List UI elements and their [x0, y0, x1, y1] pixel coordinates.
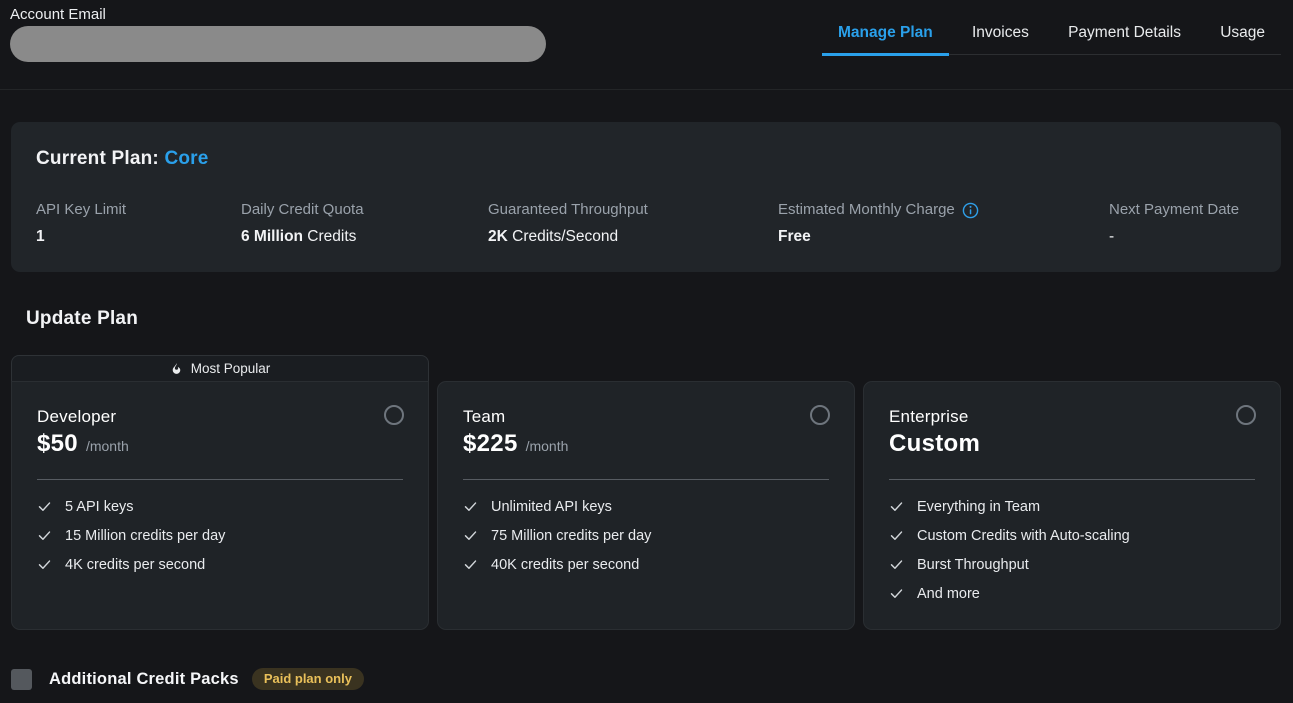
check-icon: [889, 557, 904, 572]
feature-item: And more: [889, 579, 1260, 608]
plan-card-developer: Most Popular Developer $50 /month 5 API …: [11, 355, 429, 630]
check-icon: [37, 557, 52, 572]
feature-item: 75 Million credits per day: [463, 521, 834, 550]
plan-price: $50: [37, 430, 78, 458]
stat-api-key-limit: API Key Limit 1: [36, 201, 126, 246]
current-plan-card: Current Plan: Core API Key Limit 1 Daily…: [11, 122, 1281, 272]
check-icon: [889, 499, 904, 514]
credit-packs-checkbox[interactable]: [11, 669, 32, 690]
feature-item: Burst Throughput: [889, 550, 1260, 579]
stat-label: Guaranteed Throughput: [488, 201, 648, 218]
current-plan-title-prefix: Current Plan:: [36, 148, 164, 169]
additional-credit-packs-row: Additional Credit Packs Paid plan only: [11, 668, 364, 690]
feature-item: Custom Credits with Auto-scaling: [889, 521, 1260, 550]
plan-price: $225: [463, 430, 518, 458]
feature-list: 5 API keys 15 Million credits per day 4K…: [37, 492, 408, 579]
plan-radio-team[interactable]: [810, 405, 830, 425]
feature-list: Unlimited API keys 75 Million credits pe…: [463, 492, 834, 579]
tab-invoices[interactable]: Invoices: [956, 17, 1045, 56]
stat-label: Estimated Monthly Charge: [778, 201, 979, 218]
feature-item: Unlimited API keys: [463, 492, 834, 521]
current-plan-title: Current Plan: Core: [36, 148, 209, 170]
info-icon[interactable]: [962, 202, 979, 219]
plan-price-row: $50 /month: [37, 430, 129, 458]
check-icon: [889, 586, 904, 601]
tab-payment-details[interactable]: Payment Details: [1052, 17, 1197, 56]
feature-item: Everything in Team: [889, 492, 1260, 521]
stat-daily-credit-quota: Daily Credit Quota 6 Million Credits: [241, 201, 364, 246]
billing-tabs: Manage Plan Invoices Payment Details Usa…: [822, 17, 1281, 55]
stat-value: 2K Credits/Second: [488, 228, 648, 246]
feature-item: 40K credits per second: [463, 550, 834, 579]
stat-value: 1: [36, 228, 126, 246]
paid-plan-only-badge: Paid plan only: [252, 668, 364, 690]
plan-price-row: $225 /month: [463, 430, 568, 458]
feature-item: 15 Million credits per day: [37, 521, 408, 550]
stat-guaranteed-throughput: Guaranteed Throughput 2K Credits/Second: [488, 201, 648, 246]
plan-card-team: Team $225 /month Unlimited API keys 75 M…: [437, 381, 855, 630]
plan-price-row: Custom: [889, 430, 988, 458]
stat-label: Daily Credit Quota: [241, 201, 364, 218]
check-icon: [463, 557, 478, 572]
plan-price: Custom: [889, 430, 980, 458]
plan-name: Developer: [37, 407, 116, 427]
stat-label: API Key Limit: [36, 201, 126, 218]
stat-value: Free: [778, 228, 979, 246]
account-email-label: Account Email: [10, 6, 106, 23]
feature-list: Everything in Team Custom Credits with A…: [889, 492, 1260, 608]
plan-period: /month: [526, 438, 569, 454]
stat-next-payment-date: Next Payment Date -: [1109, 201, 1239, 246]
tab-manage-plan[interactable]: Manage Plan: [822, 17, 949, 56]
most-popular-banner: Most Popular: [11, 355, 429, 381]
check-icon: [37, 528, 52, 543]
update-plan-title: Update Plan: [26, 308, 138, 330]
plan-period: /month: [86, 438, 129, 454]
current-plan-name: Core: [164, 148, 208, 169]
stat-label: Next Payment Date: [1109, 201, 1239, 218]
check-icon: [37, 499, 52, 514]
check-icon: [463, 499, 478, 514]
feature-item: 4K credits per second: [37, 550, 408, 579]
flame-icon: [170, 362, 183, 375]
plan-name: Team: [463, 407, 505, 427]
check-icon: [889, 528, 904, 543]
stat-estimated-monthly-charge: Estimated Monthly Charge Free: [778, 201, 979, 246]
divider: [889, 479, 1255, 480]
check-icon: [463, 528, 478, 543]
divider: [37, 479, 403, 480]
plan-radio-enterprise[interactable]: [1236, 405, 1256, 425]
plan-name: Enterprise: [889, 407, 968, 427]
account-email-input[interactable]: [10, 26, 546, 62]
tab-usage[interactable]: Usage: [1204, 17, 1281, 56]
most-popular-label: Most Popular: [191, 361, 271, 376]
header-divider: [0, 89, 1293, 90]
plan-radio-developer[interactable]: [384, 405, 404, 425]
stat-value: 6 Million Credits: [241, 228, 364, 246]
stat-value: -: [1109, 228, 1239, 246]
plan-card-enterprise: Enterprise Custom Everything in Team Cus…: [863, 381, 1281, 630]
divider: [463, 479, 829, 480]
feature-item: 5 API keys: [37, 492, 408, 521]
credit-packs-label: Additional Credit Packs: [49, 670, 239, 689]
